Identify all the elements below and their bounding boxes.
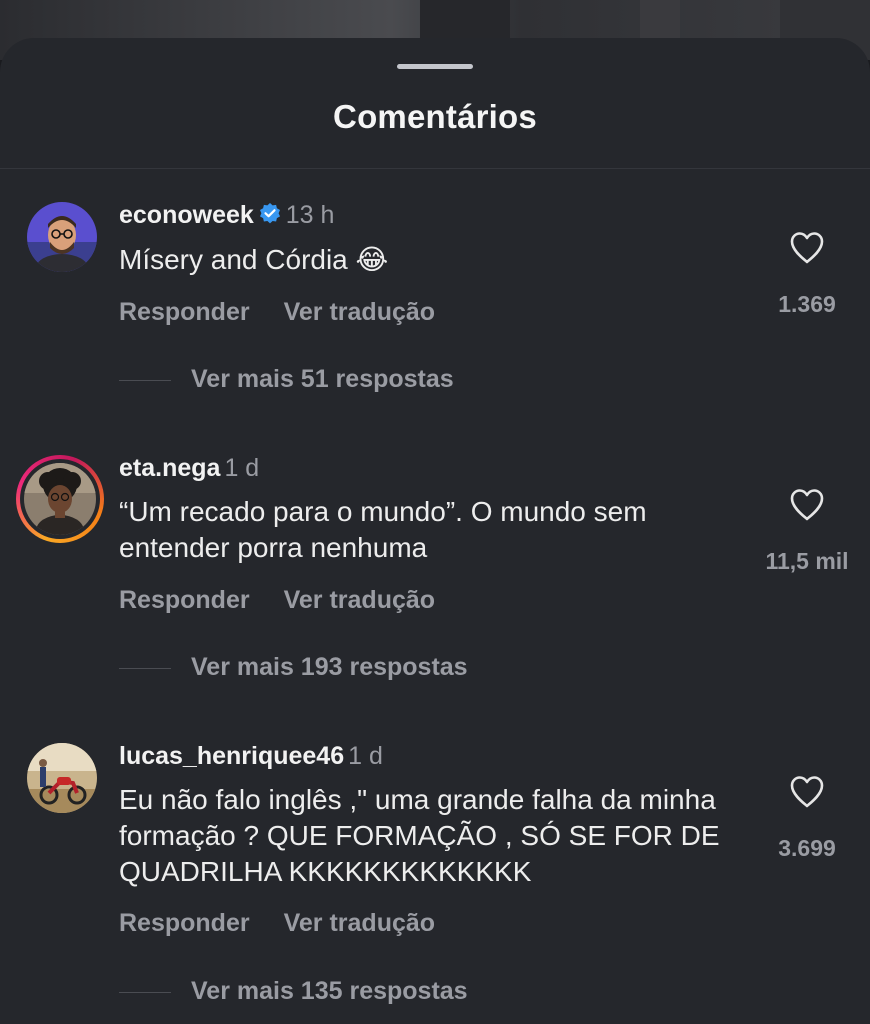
like-count: 3.699 xyxy=(778,835,836,861)
view-more-replies-button[interactable]: Ver mais 135 respostas xyxy=(119,977,468,1006)
comment-header: eta.nega 1 d xyxy=(119,453,259,483)
comments-sheet: Comentários econoweek 13 h Mísery and Cór… xyxy=(0,38,870,1024)
translate-button[interactable]: Ver tradução xyxy=(284,909,435,937)
comment-header: lucas_henriquee46 1 d xyxy=(119,741,383,771)
view-more-replies-button[interactable]: Ver mais 193 respostas xyxy=(119,653,468,682)
username[interactable]: lucas_henriquee46 xyxy=(119,742,344,770)
replies-line xyxy=(119,991,171,994)
avatar-woman-curly-hair-icon[interactable] xyxy=(16,455,104,543)
view-more-replies-label: Ver mais 135 respostas xyxy=(191,977,468,1005)
reply-button[interactable]: Responder xyxy=(119,586,250,614)
like-count: 11,5 mil xyxy=(765,548,849,574)
comment-actions: Responder Ver tradução xyxy=(119,586,469,615)
comment-text: Mísery and Córdia 😂 xyxy=(119,244,389,275)
translate-button[interactable]: Ver tradução xyxy=(284,298,435,326)
comment-actions: Responder Ver tradução xyxy=(119,298,469,327)
comment-actions: Responder Ver tradução xyxy=(119,909,469,938)
replies-line xyxy=(119,379,171,382)
comment-text: Eu não falo inglês ," uma grande falha d… xyxy=(119,784,720,887)
heart-icon[interactable] xyxy=(789,488,825,522)
drag-handle[interactable] xyxy=(397,64,473,69)
comment-text: “Um recado para o mundo”. O mundo sem en… xyxy=(119,496,647,563)
replies-line xyxy=(119,667,171,670)
avatar-motorcycle-photo-icon[interactable] xyxy=(27,743,97,813)
avatar-man-glasses-icon[interactable] xyxy=(27,202,97,272)
comment-time: 13 h xyxy=(285,201,335,229)
translate-button[interactable]: Ver tradução xyxy=(284,586,435,614)
like-count: 1.369 xyxy=(778,291,836,317)
reply-button[interactable]: Responder xyxy=(119,909,250,937)
header-divider xyxy=(0,168,870,169)
comment-time: 1 d xyxy=(348,742,383,770)
reply-button[interactable]: Responder xyxy=(119,298,250,326)
username[interactable]: eta.nega xyxy=(119,454,220,482)
like-control: 1.369 xyxy=(762,231,852,318)
comment-header: econoweek 13 h xyxy=(119,200,334,233)
view-more-replies-label: Ver mais 193 respostas xyxy=(191,653,468,681)
heart-icon[interactable] xyxy=(789,775,825,809)
view-more-replies-label: Ver mais 51 respostas xyxy=(191,365,454,393)
comment-time: 1 d xyxy=(224,454,260,482)
username[interactable]: econoweek xyxy=(119,201,254,229)
like-control: 3.699 xyxy=(762,775,852,862)
sheet-title: Comentários xyxy=(333,98,537,135)
heart-icon[interactable] xyxy=(789,231,825,265)
verified-badge-icon xyxy=(258,202,282,233)
view-more-replies-button[interactable]: Ver mais 51 respostas xyxy=(119,365,454,394)
like-control: 11,5 mil xyxy=(762,488,852,575)
